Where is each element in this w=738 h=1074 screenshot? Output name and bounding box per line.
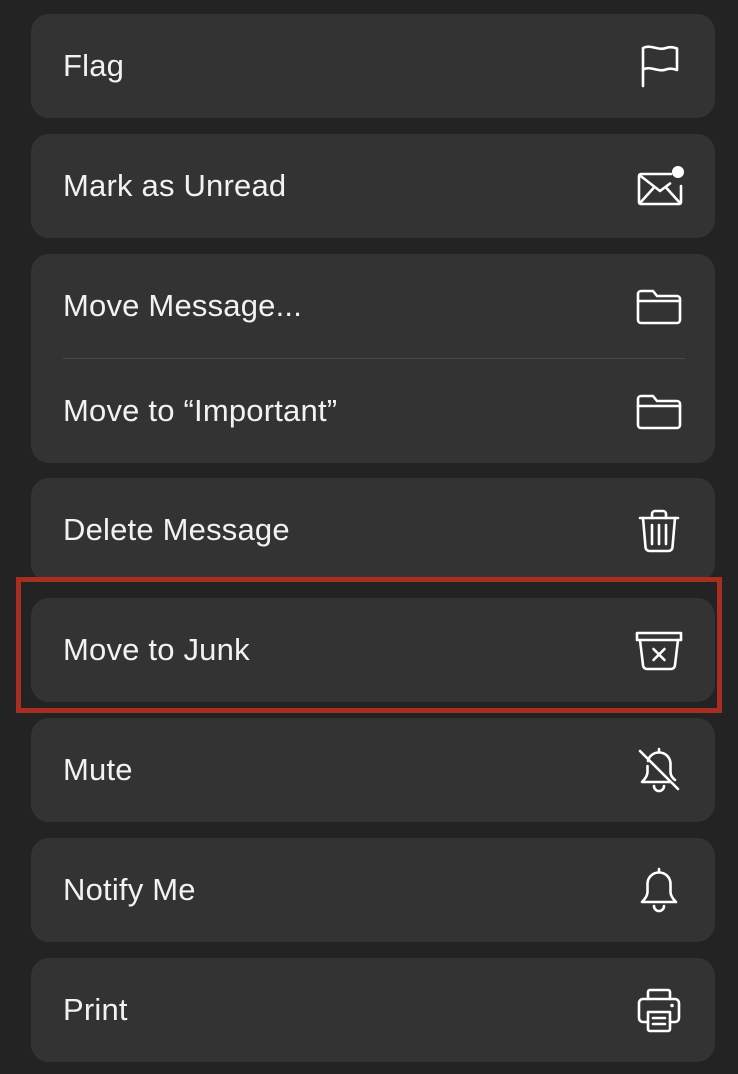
menu-item-mute[interactable]: Mute xyxy=(31,718,715,822)
flag-icon xyxy=(633,40,685,92)
message-actions-menu: Flag Mark as Unread Move Message... Move… xyxy=(0,0,738,1074)
junk-card: Move to Junk xyxy=(31,598,715,702)
menu-item-mark-as-unread[interactable]: Mark as Unread xyxy=(31,134,715,238)
menu-item-flag[interactable]: Flag xyxy=(31,14,715,118)
menu-item-notify-me[interactable]: Notify Me xyxy=(31,838,715,942)
menu-item-move-message[interactable]: Move Message... xyxy=(31,254,715,358)
junk-bin-icon xyxy=(633,624,685,676)
menu-item-label: Print xyxy=(63,992,128,1027)
envelope-unread-icon xyxy=(633,160,685,212)
menu-item-label: Move to “Important” xyxy=(63,393,338,428)
menu-item-print[interactable]: Print xyxy=(31,958,715,1062)
menu-item-label: Move to Junk xyxy=(63,632,250,667)
menu-item-move-to-junk[interactable]: Move to Junk xyxy=(31,598,715,702)
folder-icon xyxy=(633,385,685,437)
mark-unread-card: Mark as Unread xyxy=(31,134,715,238)
trash-icon xyxy=(633,504,685,556)
folder-icon xyxy=(633,280,685,332)
bell-icon xyxy=(633,864,685,916)
menu-item-move-to-important[interactable]: Move to “Important” xyxy=(31,359,715,463)
printer-icon xyxy=(633,984,685,1036)
delete-card: Delete Message xyxy=(31,478,715,582)
print-card: Print xyxy=(31,958,715,1062)
menu-item-label: Move Message... xyxy=(63,288,303,323)
menu-item-delete-message[interactable]: Delete Message xyxy=(31,478,715,582)
mute-card: Mute xyxy=(31,718,715,822)
menu-item-label: Flag xyxy=(63,48,125,83)
move-card: Move Message... Move to “Important” xyxy=(31,254,715,463)
menu-item-label: Mark as Unread xyxy=(63,168,287,203)
flag-card: Flag xyxy=(31,14,715,118)
menu-item-label: Notify Me xyxy=(63,872,196,907)
menu-item-label: Delete Message xyxy=(63,512,290,547)
notify-card: Notify Me xyxy=(31,838,715,942)
bell-slash-icon xyxy=(633,744,685,796)
menu-item-label: Mute xyxy=(63,752,133,787)
